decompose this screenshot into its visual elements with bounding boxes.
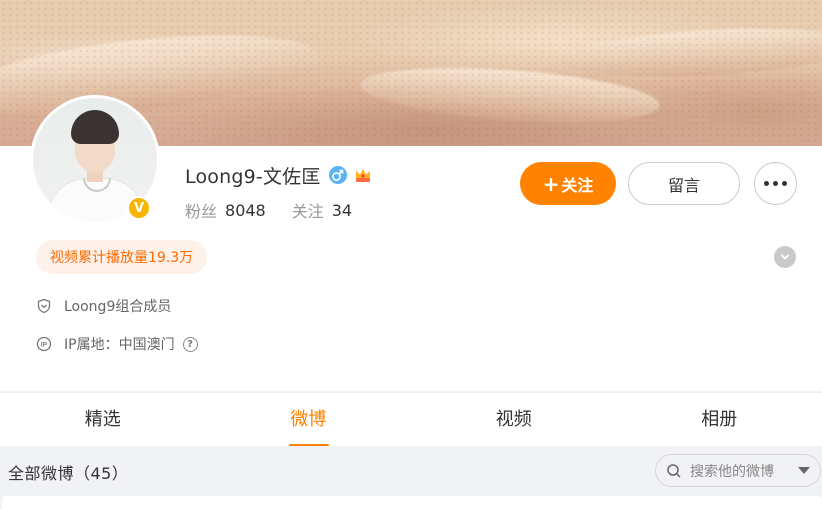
more-icon <box>764 181 769 186</box>
follow-button-label: 关注 <box>561 175 594 195</box>
help-icon[interactable]: ? <box>182 336 198 352</box>
profile-name-row: Loong9-文佐匡 <box>185 163 373 188</box>
group-info-row: Loong9组合成员 <box>36 296 171 316</box>
group-info-text: Loong9组合成员 <box>64 299 172 315</box>
more-icon <box>782 181 787 186</box>
verified-badge-icon: V <box>127 196 151 220</box>
message-button-label: 留言 <box>667 175 700 195</box>
dropdown-caret-icon[interactable] <box>798 467 810 474</box>
profile-tabs: 精选 微博 视频 相册 <box>0 392 822 447</box>
video-views-tag: 视频累计播放量19.3万 <box>36 240 208 274</box>
tab-album[interactable]: 相册 <box>617 393 822 447</box>
ip-info-row: IP IP属地：中国澳门 ? <box>36 334 198 354</box>
male-icon <box>328 166 347 184</box>
profile-name: Loong9-文佐匡 <box>185 165 321 188</box>
ip-location-icon: IP <box>36 336 52 352</box>
tab-video[interactable]: 视频 <box>411 393 617 447</box>
following-count[interactable]: 34 <box>332 201 352 220</box>
follow-button[interactable]: + 关注 <box>520 162 616 205</box>
more-button[interactable] <box>754 162 797 205</box>
svg-text:IP: IP <box>41 342 48 349</box>
profile-stats: 粉丝 8048 关注 34 <box>185 198 352 222</box>
shield-icon <box>37 298 51 314</box>
search-input[interactable]: 搜索他的微博 <box>655 454 821 487</box>
tab-weibo[interactable]: 微博 <box>206 393 412 447</box>
tab-featured[interactable]: 精选 <box>0 393 206 447</box>
message-button[interactable]: 留言 <box>628 162 740 205</box>
feed-count: 全部微博（45） <box>8 464 129 483</box>
more-icon <box>773 181 778 186</box>
avatar-hair <box>71 110 119 144</box>
feed-card <box>2 496 822 509</box>
crown-icon[interactable] <box>353 165 373 185</box>
fans-label[interactable]: 粉丝 <box>185 198 217 222</box>
plus-icon: + <box>542 171 560 196</box>
search-icon <box>667 463 681 478</box>
fans-count[interactable]: 8048 <box>225 201 266 220</box>
chevron-down-icon <box>780 254 790 260</box>
expand-button[interactable] <box>774 246 796 268</box>
profile-page: V Loong9-文佐匡 粉丝 8048 关注 34 + 关注 留言 视频累计播… <box>0 0 822 509</box>
search-placeholder: 搜索他的微博 <box>690 463 774 480</box>
following-label[interactable]: 关注 <box>292 198 324 222</box>
ip-info-text: IP属地：中国澳门 <box>64 337 175 353</box>
